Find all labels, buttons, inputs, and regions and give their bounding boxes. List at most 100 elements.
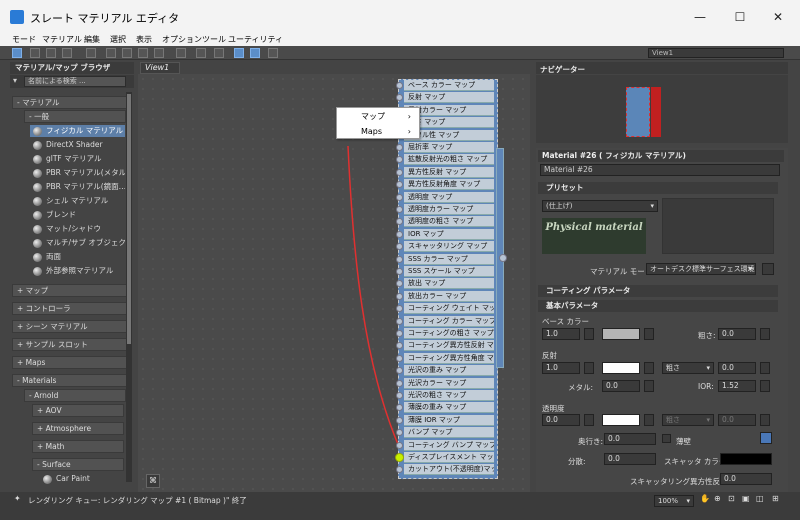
node-slot[interactable]: コーティング カラー マップ bbox=[404, 315, 494, 327]
scrollbar-thumb[interactable] bbox=[127, 94, 131, 344]
coating-rollout-header[interactable]: コーティング パラメータ bbox=[538, 285, 778, 297]
put-material-icon[interactable] bbox=[46, 48, 56, 58]
material-directx[interactable]: DirectX Shader bbox=[30, 139, 125, 151]
node-slot[interactable]: 透明度カラー マップ bbox=[404, 204, 494, 215]
roughness-map-button[interactable] bbox=[760, 328, 770, 340]
section-arnold[interactable]: - Arnold bbox=[24, 389, 126, 402]
menu-mode[interactable]: モード bbox=[12, 34, 36, 45]
transparency-color-map-button[interactable] bbox=[644, 414, 654, 426]
show-map-icon[interactable] bbox=[176, 48, 186, 58]
section-general[interactable]: - 一般 bbox=[24, 110, 126, 123]
transparency-weight-spinner[interactable]: 0.0 bbox=[542, 414, 580, 426]
zoom-extents-icon[interactable]: ▣ bbox=[742, 494, 750, 503]
node-slot[interactable]: SSS カラー マップ bbox=[404, 253, 494, 265]
menu-options[interactable]: オプション bbox=[162, 34, 202, 45]
node-slot[interactable]: 放出カラー マップ bbox=[404, 290, 494, 302]
material-physical[interactable]: フィジカル マテリアル bbox=[30, 125, 125, 137]
material-shell[interactable]: シェル マテリアル bbox=[30, 195, 125, 207]
base-color-swatch[interactable] bbox=[602, 328, 640, 340]
delete-icon[interactable] bbox=[86, 48, 96, 58]
material-pbr-metal[interactable]: PBR マテリアル(メタル… bbox=[30, 167, 125, 179]
zoom-dropdown[interactable]: 100% bbox=[654, 495, 694, 507]
base-weight-spinner[interactable]: 1.0 bbox=[542, 328, 580, 340]
node-slot[interactable]: コーティング異方性反射 マップ bbox=[404, 340, 494, 352]
input-socket[interactable] bbox=[396, 392, 403, 399]
input-socket[interactable] bbox=[396, 292, 403, 300]
node-slot[interactable]: ベース カラー マップ bbox=[404, 80, 494, 91]
search-options-icon[interactable]: ▾ bbox=[13, 76, 17, 85]
lock-icon[interactable] bbox=[760, 432, 772, 444]
input-socket[interactable] bbox=[396, 255, 403, 263]
node-slot[interactable]: 異方性反射 マップ bbox=[404, 166, 494, 178]
reflection-roughness-spinner[interactable]: 0.0 bbox=[718, 362, 756, 374]
node-slot[interactable]: コーティング バンプ マップ bbox=[404, 439, 494, 451]
node-slot[interactable]: 透明度の粗さ マップ bbox=[404, 216, 494, 228]
navigator-viewport[interactable] bbox=[626, 87, 650, 137]
assign-material-icon[interactable] bbox=[62, 48, 72, 58]
metalness-map-button[interactable] bbox=[644, 380, 654, 392]
material-name-field[interactable]: Material #26 bbox=[540, 164, 780, 176]
node-slot[interactable]: 薄膜 IOR マップ bbox=[404, 414, 494, 426]
material-blend[interactable]: ブレンド bbox=[30, 209, 125, 221]
node-slot[interactable]: 光沢カラー マップ bbox=[404, 377, 494, 389]
material-mode-settings-icon[interactable] bbox=[762, 263, 774, 275]
maximize-button[interactable]: ☐ bbox=[730, 8, 750, 26]
node-slot[interactable]: 拡散反射光の粗さ マップ bbox=[404, 154, 494, 166]
preset-rollout-header[interactable]: プリセット bbox=[538, 182, 778, 194]
node-slot[interactable]: IOR マップ bbox=[404, 228, 494, 240]
input-socket[interactable] bbox=[396, 354, 403, 362]
node-slot[interactable]: SSS スケール マップ bbox=[404, 266, 494, 277]
menu-utilities[interactable]: ユーティリティ bbox=[228, 34, 283, 45]
preset-dropdown[interactable]: (仕上げ) bbox=[542, 200, 658, 212]
close-button[interactable]: ✕ bbox=[768, 8, 788, 26]
input-socket[interactable] bbox=[396, 144, 403, 151]
node-slot[interactable]: コーティング ウェイト マップ bbox=[404, 303, 494, 315]
transparency-roughness-spinner[interactable]: 0.0 bbox=[718, 414, 756, 426]
section-math[interactable]: + Math bbox=[32, 440, 124, 453]
search-input[interactable]: 名前による検索 ... bbox=[24, 76, 126, 87]
node-slot[interactable]: 反射 マップ bbox=[404, 92, 494, 104]
browser-scrollbar[interactable] bbox=[126, 92, 132, 482]
select-tool-icon[interactable] bbox=[12, 48, 22, 58]
metalness-spinner[interactable]: 0.0 bbox=[602, 380, 640, 392]
node-slot[interactable]: 異方性反射角度 マップ bbox=[404, 179, 494, 191]
input-socket[interactable] bbox=[396, 82, 403, 89]
ior-spinner[interactable]: 1.52 bbox=[718, 380, 756, 392]
material-map-navigator-icon[interactable] bbox=[234, 48, 244, 58]
material-mode-dropdown[interactable]: オートデスク標準サーフェス環境 bbox=[646, 263, 756, 275]
node-slot[interactable]: 屈折率 マップ bbox=[404, 142, 494, 153]
node-slot[interactable]: ディスプレイスメント マップ bbox=[404, 452, 494, 463]
reflection-color-swatch[interactable] bbox=[602, 362, 640, 374]
scatter-anisotropy-spinner[interactable]: 0.0 bbox=[720, 473, 772, 485]
zoom-selected-icon[interactable]: ◫ bbox=[756, 494, 764, 503]
connected-input-socket[interactable] bbox=[395, 453, 404, 462]
thin-walled-checkbox[interactable] bbox=[662, 434, 671, 443]
transparency-weight-map-button[interactable] bbox=[584, 414, 594, 426]
node-slot[interactable]: 透明度 マップ bbox=[404, 191, 494, 203]
input-socket[interactable] bbox=[396, 317, 403, 325]
section-controller[interactable]: + コントローラ bbox=[12, 302, 130, 315]
section-atmosphere[interactable]: + Atmosphere bbox=[32, 422, 124, 435]
minimize-button[interactable]: — bbox=[690, 8, 710, 26]
input-socket[interactable] bbox=[396, 330, 403, 337]
material-matte-shadow[interactable]: マット/シャドウ bbox=[30, 223, 125, 235]
node-slot[interactable]: スキャッタリング マップ bbox=[404, 241, 494, 253]
material-pbr-spec[interactable]: PBR マテリアル(鏡面… bbox=[30, 181, 125, 193]
tab-view1[interactable]: View1 bbox=[140, 62, 180, 74]
node-slot[interactable]: バンプ マップ bbox=[404, 427, 494, 439]
base-color-map-button[interactable] bbox=[644, 328, 654, 340]
reflection-weight-spinner[interactable]: 1.0 bbox=[542, 362, 580, 374]
select-by-material-icon[interactable] bbox=[268, 48, 278, 58]
input-socket[interactable] bbox=[396, 416, 403, 424]
section-materials[interactable]: - Materials bbox=[12, 374, 130, 387]
depth-spinner[interactable]: 0.0 bbox=[604, 433, 656, 445]
input-socket[interactable] bbox=[396, 379, 403, 387]
menu-tools[interactable]: ツール bbox=[202, 34, 226, 45]
backlight-icon[interactable] bbox=[214, 48, 224, 58]
pick-material-icon[interactable] bbox=[30, 48, 40, 58]
transparency-roughness-map-button[interactable] bbox=[760, 414, 770, 426]
material-double-sided[interactable]: 両面 bbox=[30, 251, 125, 263]
roughness-spinner[interactable]: 0.0 bbox=[718, 328, 756, 340]
context-item-maps[interactable]: Maps › bbox=[337, 124, 419, 139]
node-output-socket[interactable] bbox=[499, 254, 507, 262]
